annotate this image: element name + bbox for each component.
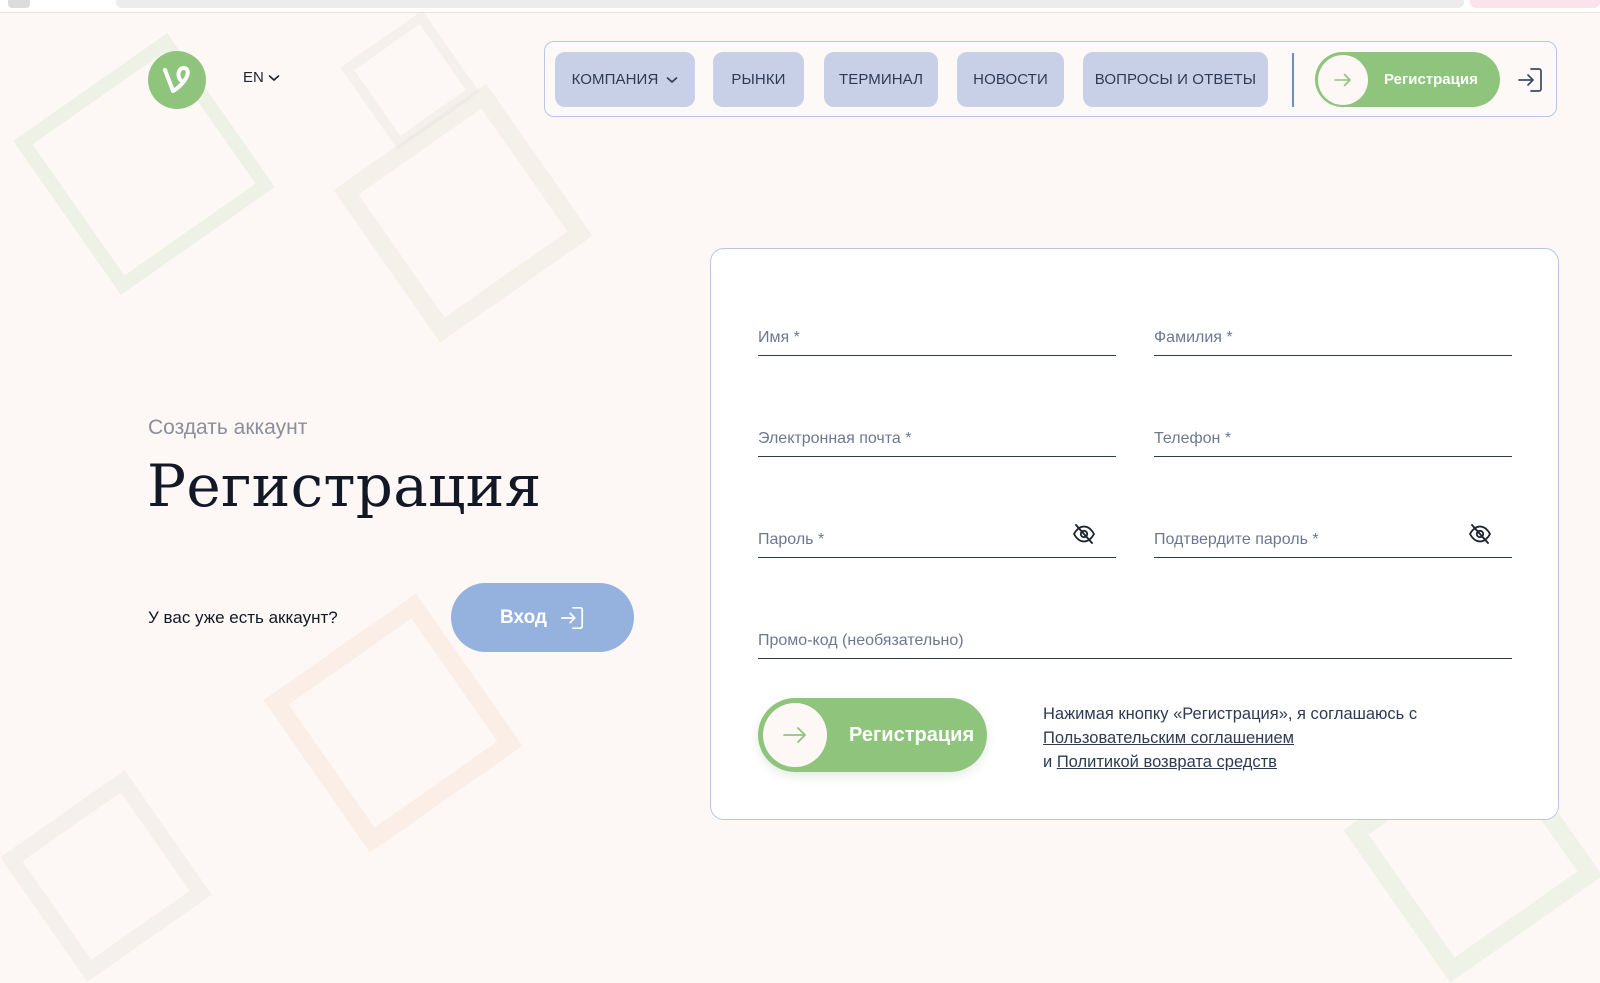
register-submit-label: Регистрация — [849, 723, 975, 746]
email-field — [758, 400, 1116, 457]
page-title: Регистрация — [147, 452, 542, 520]
password-input[interactable] — [758, 531, 1116, 549]
register-submit-button[interactable]: Регистрация — [758, 698, 987, 772]
sign-in-icon — [560, 606, 584, 629]
nav-item-label: НОВОСТИ — [973, 71, 1048, 88]
page-subtitle: Создать аккаунт — [148, 416, 308, 439]
nav-item-terminal[interactable]: ТЕРМИНАЛ — [824, 52, 938, 107]
eye-off-icon[interactable] — [1072, 523, 1096, 545]
nav-divider — [1292, 53, 1294, 107]
user-agreement-link[interactable]: Пользовательским соглашением — [1043, 729, 1294, 747]
language-switcher[interactable]: EN — [243, 69, 280, 86]
bg-decoration — [333, 83, 593, 343]
nav-item-markets[interactable]: РЫНКИ — [713, 52, 804, 107]
nav-register-button[interactable]: Регистрация — [1315, 52, 1500, 107]
chevron-down-icon — [268, 74, 280, 81]
terms-conjunction: и — [1043, 753, 1053, 771]
email-input[interactable] — [758, 430, 1116, 448]
vine-logo-icon — [163, 66, 190, 93]
registration-form: Регистрация Нажимая кнопку «Регистрация»… — [710, 248, 1559, 820]
bg-decoration — [0, 770, 212, 982]
chevron-down-icon — [667, 76, 678, 83]
browser-tab-active[interactable] — [1470, 0, 1600, 8]
confirm-password-field — [1154, 501, 1512, 558]
nav-item-label: ТЕРМИНАЛ — [838, 71, 924, 88]
promo-code-input[interactable] — [758, 632, 1512, 650]
sign-in-icon[interactable] — [1516, 66, 1544, 94]
last-name-field — [1154, 299, 1512, 356]
arrow-circle — [763, 703, 827, 767]
arrow-right-icon — [783, 727, 806, 743]
nav-item-label: РЫНКИ — [731, 71, 786, 88]
login-button-label: Вход — [500, 606, 547, 628]
login-button[interactable]: Вход — [451, 583, 634, 652]
promo-code-field — [758, 602, 1512, 659]
browser-address-bar[interactable] — [116, 0, 1464, 8]
bg-decoration — [13, 33, 275, 295]
phone-field — [1154, 400, 1512, 457]
main-navigation: КОМПАНИЯ РЫНКИ ТЕРМИНАЛ НОВОСТИ ВОПРОСЫ … — [544, 41, 1557, 117]
arrow-right-icon — [1334, 73, 1351, 86]
nav-item-faq[interactable]: ВОПРОСЫ И ОТВЕТЫ — [1083, 52, 1268, 107]
nav-item-company[interactable]: КОМПАНИЯ — [555, 52, 695, 107]
nav-register-label: Регистрация — [1384, 71, 1478, 88]
terms-notice: Нажимая кнопку «Регистрация», я соглашаю… — [1043, 702, 1463, 774]
language-label: EN — [243, 69, 264, 86]
confirm-password-input[interactable] — [1154, 531, 1512, 549]
password-field — [758, 501, 1116, 558]
phone-input[interactable] — [1154, 430, 1512, 448]
site-logo[interactable] — [148, 51, 206, 109]
refund-policy-link[interactable]: Политикой возврата средств — [1057, 753, 1277, 771]
nav-item-news[interactable]: НОВОСТИ — [957, 52, 1064, 107]
terms-prefix: Нажимая кнопку «Регистрация», я соглашаю… — [1043, 705, 1418, 723]
have-account-text: У вас уже есть аккаунт? — [148, 608, 338, 627]
nav-item-label: ВОПРОСЫ И ОТВЕТЫ — [1094, 71, 1257, 88]
last-name-input[interactable] — [1154, 329, 1512, 347]
first-name-input[interactable] — [758, 329, 1116, 347]
browser-tab[interactable] — [8, 0, 30, 8]
arrow-circle — [1318, 54, 1368, 105]
first-name-field — [758, 299, 1116, 356]
eye-off-icon[interactable] — [1468, 523, 1492, 545]
browser-tab-strip — [0, 0, 1600, 13]
nav-item-label: КОМПАНИЯ — [571, 71, 659, 88]
